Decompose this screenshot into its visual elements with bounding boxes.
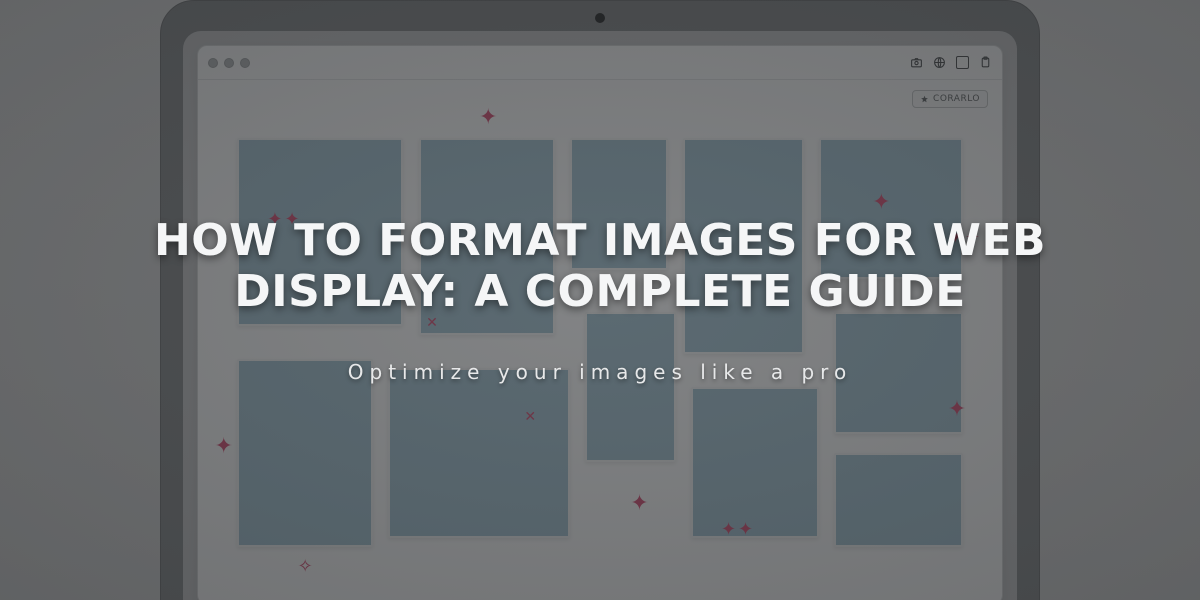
hero-subtitle: Optimize your images like a pro [348, 360, 852, 384]
hero-banner: CORARLO [0, 0, 1200, 600]
hero-title: HOW TO FORMAT IMAGES FOR WEB DISPLAY: A … [120, 216, 1080, 317]
hero-overlay: HOW TO FORMAT IMAGES FOR WEB DISPLAY: A … [0, 0, 1200, 600]
